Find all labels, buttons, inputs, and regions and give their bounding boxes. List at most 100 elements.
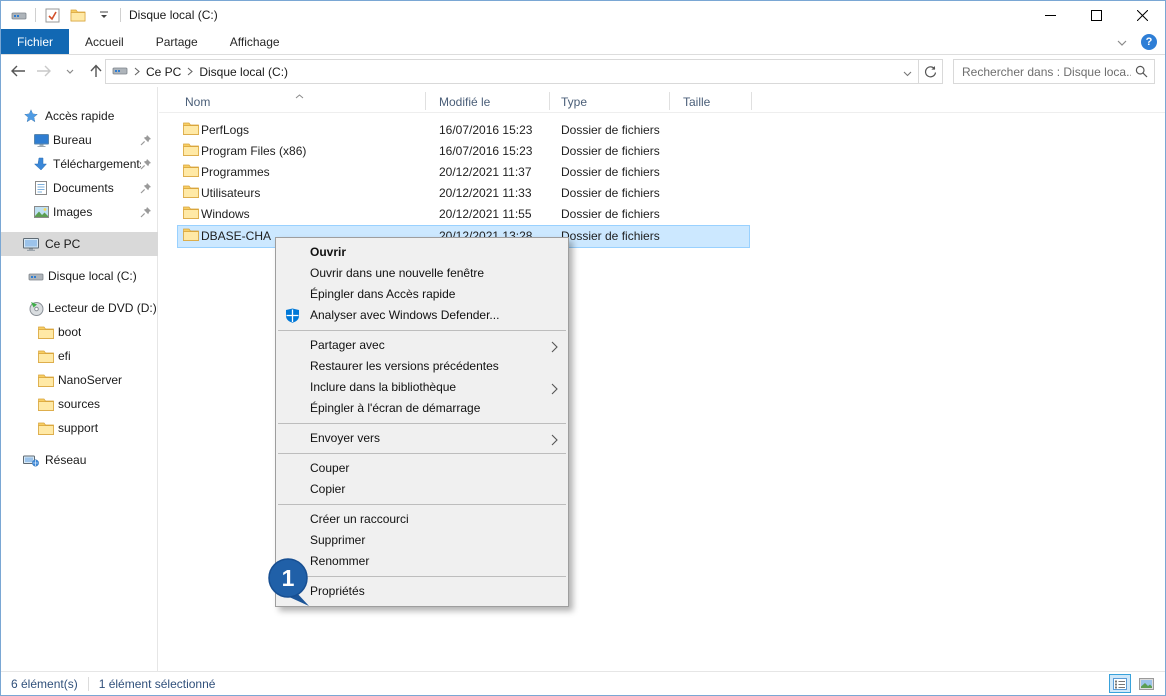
- window-controls: [1027, 1, 1165, 29]
- minimize-button[interactable]: [1027, 1, 1073, 29]
- sort-ascending-icon: [295, 88, 304, 102]
- sidebar-item-sources[interactable]: sources: [1, 392, 158, 416]
- sidebar-item-support[interactable]: support: [1, 416, 158, 440]
- menu-item-label: Inclure dans la bibliothèque: [310, 380, 456, 394]
- drive-icon: [9, 5, 29, 25]
- menu-item-ouvrir[interactable]: Ouvrir: [276, 242, 568, 263]
- sidebar-item-ce-pc[interactable]: Ce PC: [1, 232, 158, 256]
- thumbnails-view-button[interactable]: [1135, 674, 1157, 693]
- sidebar-item-label: Téléchargements: [53, 157, 141, 171]
- file-name: PerfLogs: [201, 123, 249, 137]
- folder-icon: [183, 185, 199, 201]
- separator: [88, 677, 89, 691]
- menu-item-proprietes[interactable]: Propriétés: [276, 581, 568, 602]
- menu-item-creer-raccourci[interactable]: Créer un raccourci: [276, 509, 568, 530]
- sidebar-item-reseau[interactable]: Réseau: [1, 448, 158, 472]
- column-header-modifie[interactable]: Modifié le: [439, 95, 490, 109]
- menu-item-supprimer[interactable]: Supprimer: [276, 530, 568, 551]
- breadcrumb: Ce PC Disque local (C:): [112, 62, 288, 81]
- menu-item-partager-avec[interactable]: Partager avec: [276, 335, 568, 356]
- menu-item-inclure-bibliotheque[interactable]: Inclure dans la bibliothèque: [276, 377, 568, 398]
- sidebar-item-nanoserver[interactable]: NanoServer: [1, 368, 158, 392]
- sidebar-item-lecteur-dvd[interactable]: Lecteur de DVD (D:) S: [1, 296, 158, 320]
- sidebar-item-disque-local[interactable]: Disque local (C:): [1, 264, 158, 288]
- status-left: 6 élément(s) 1 élément sélectionné: [11, 677, 215, 691]
- column-divider[interactable]: [425, 92, 426, 110]
- sidebar-item-bureau[interactable]: Bureau: [1, 128, 158, 152]
- file-modified: 20/12/2021 11:33: [439, 186, 532, 200]
- search-box[interactable]: [953, 59, 1155, 84]
- column-header-type[interactable]: Type: [561, 95, 587, 109]
- drive-icon: [112, 62, 128, 81]
- address-bar[interactable]: Ce PC Disque local (C:): [105, 59, 919, 84]
- breadcrumb-item-disque-local[interactable]: Disque local (C:): [199, 65, 288, 79]
- menu-item-copier[interactable]: Copier: [276, 479, 568, 500]
- folder-icon: [183, 206, 199, 222]
- sidebar-item-boot[interactable]: boot: [1, 320, 158, 344]
- expand-ribbon-chevron-icon[interactable]: [1117, 35, 1127, 49]
- search-input[interactable]: [954, 65, 1135, 79]
- sidebar-item-acces-rapide[interactable]: Accès rapide: [1, 104, 158, 128]
- file-type: Dossier de fichiers: [561, 123, 660, 137]
- recent-locations-chevron-icon[interactable]: [59, 60, 81, 82]
- item-count-text: 6 élément(s): [11, 677, 78, 691]
- sidebar-item-documents[interactable]: Documents: [1, 176, 158, 200]
- details-view-button[interactable]: [1109, 674, 1131, 693]
- sidebar-item-label: Images: [53, 205, 92, 219]
- menu-item-ouvrir-nouvelle-fenetre[interactable]: Ouvrir dans une nouvelle fenêtre: [276, 263, 568, 284]
- back-button[interactable]: [7, 60, 29, 82]
- menu-item-renommer[interactable]: Renommer: [276, 551, 568, 572]
- menu-separator: [278, 423, 566, 424]
- file-row-perflogs[interactable]: PerfLogs 16/07/2016 15:23 Dossier de fic…: [159, 120, 1165, 141]
- sidebar-item-telechargements[interactable]: Téléchargements: [1, 152, 158, 176]
- properties-quick-icon[interactable]: [42, 5, 62, 25]
- help-icon[interactable]: ?: [1141, 34, 1157, 50]
- tab-affichage[interactable]: Affichage: [214, 29, 296, 54]
- menu-item-epingler-ecran-demarrage[interactable]: Épingler à l'écran de démarrage: [276, 398, 568, 419]
- column-divider[interactable]: [669, 92, 670, 110]
- sidebar-item-images[interactable]: Images: [1, 200, 158, 224]
- navigation-pane: Accès rapide Bureau Téléchargements Docu…: [1, 87, 158, 671]
- address-dropdown-chevron-icon[interactable]: [903, 66, 912, 80]
- menu-item-restaurer-versions[interactable]: Restaurer les versions précédentes: [276, 356, 568, 377]
- column-header-nom[interactable]: Nom: [185, 95, 210, 109]
- quick-access-toolbar: [1, 5, 121, 25]
- pin-icon: [140, 134, 152, 146]
- forward-button[interactable]: [33, 60, 55, 82]
- tab-partage[interactable]: Partage: [140, 29, 214, 54]
- up-button[interactable]: [85, 60, 107, 82]
- separator: [35, 8, 36, 22]
- column-header-taille[interactable]: Taille: [683, 95, 710, 109]
- menu-item-envoyer-vers[interactable]: Envoyer vers: [276, 428, 568, 449]
- new-folder-icon[interactable]: [68, 5, 88, 25]
- menu-item-couper[interactable]: Couper: [276, 458, 568, 479]
- refresh-button[interactable]: [919, 59, 943, 84]
- context-menu: Ouvrir Ouvrir dans une nouvelle fenêtre …: [275, 237, 569, 607]
- file-row-program-files-x86[interactable]: Program Files (x86) 16/07/2016 15:23 Dos…: [159, 141, 1165, 162]
- search-icon[interactable]: [1135, 65, 1154, 78]
- download-icon: [33, 156, 49, 172]
- maximize-button[interactable]: [1073, 1, 1119, 29]
- folder-icon: [38, 348, 54, 364]
- file-row-programmes[interactable]: Programmes 20/12/2021 11:37 Dossier de f…: [159, 162, 1165, 183]
- sidebar-item-label: Disque local (C:): [48, 269, 137, 283]
- breadcrumb-item-ce-pc[interactable]: Ce PC: [146, 65, 181, 79]
- tab-fichier[interactable]: Fichier: [1, 29, 69, 54]
- file-type: Dossier de fichiers: [561, 229, 660, 243]
- defender-shield-icon: [285, 308, 300, 330]
- close-button[interactable]: [1119, 1, 1165, 29]
- customize-qat-chevron-icon[interactable]: [94, 5, 114, 25]
- tab-accueil[interactable]: Accueil: [69, 29, 140, 54]
- column-divider[interactable]: [549, 92, 550, 110]
- menu-separator: [278, 504, 566, 505]
- file-name: Windows: [201, 207, 250, 221]
- column-divider[interactable]: [751, 92, 752, 110]
- file-row-utilisateurs[interactable]: Utilisateurs 20/12/2021 11:33 Dossier de…: [159, 183, 1165, 204]
- explorer-window: Disque local (C:) Fichier Accueil Partag…: [0, 0, 1166, 696]
- sidebar-item-label: NanoServer: [58, 373, 122, 387]
- menu-item-epingler-acces-rapide[interactable]: Épingler dans Accès rapide: [276, 284, 568, 305]
- sidebar-item-efi[interactable]: efi: [1, 344, 158, 368]
- menu-item-analyser-windows-defender[interactable]: Analyser avec Windows Defender...: [276, 305, 568, 326]
- file-row-windows[interactable]: Windows 20/12/2021 11:55 Dossier de fich…: [159, 204, 1165, 225]
- menu-separator: [278, 576, 566, 577]
